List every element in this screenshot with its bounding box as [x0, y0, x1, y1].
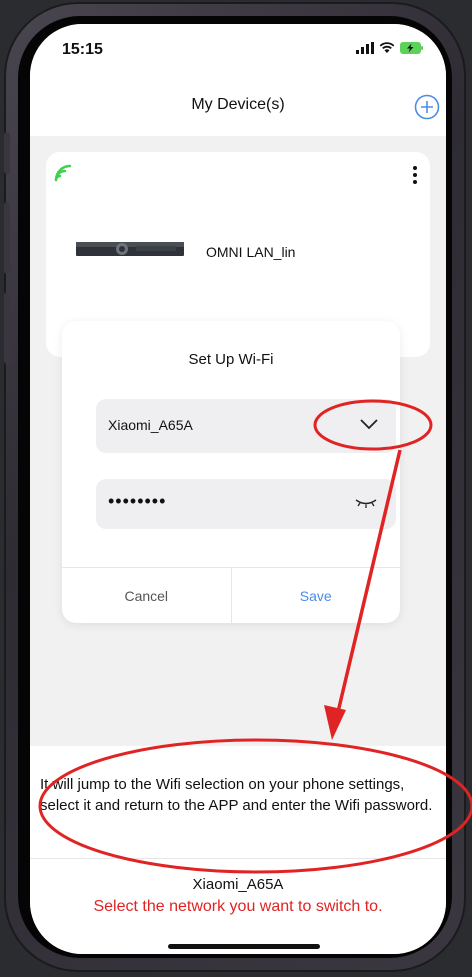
- password-value: ••••••••: [108, 491, 167, 511]
- status-icons: [356, 42, 424, 54]
- cellular-signal-icon: [356, 42, 374, 54]
- home-indicator: [168, 944, 320, 949]
- more-options-icon[interactable]: [410, 164, 420, 186]
- status-time: 15:15: [62, 41, 103, 58]
- sheet-divider: [30, 858, 446, 859]
- save-button[interactable]: Save: [232, 568, 401, 624]
- battery-charging-icon: [400, 42, 423, 54]
- page-title: My Device(s): [191, 96, 285, 113]
- selected-network: Xiaomi_A65A: [108, 417, 193, 433]
- add-device-button[interactable]: [414, 94, 440, 120]
- dialog-title: Set Up Wi-Fi: [188, 351, 274, 368]
- wifi-setup-dialog: Set Up Wi-Fi Xiaomi_A65A •••••••• Cancel…: [62, 321, 400, 624]
- network-select[interactable]: Xiaomi_A65A: [96, 399, 396, 453]
- device-name: OMNI LAN_lin: [206, 244, 296, 260]
- chevron-down-icon[interactable]: [358, 417, 380, 431]
- password-field[interactable]: ••••••••: [96, 479, 396, 529]
- bottom-sheet: It will jump to the Wifi selection on yo…: [30, 746, 446, 954]
- wifi-tip-text: It will jump to the Wifi selection on yo…: [40, 776, 433, 814]
- eye-closed-icon[interactable]: [354, 497, 378, 509]
- device-image: [76, 242, 184, 256]
- volume-up-button: [4, 202, 10, 274]
- dialog-actions: Cancel Save: [62, 567, 400, 624]
- network-option[interactable]: Xiaomi_A65A: [30, 876, 446, 893]
- select-network-hint: Select the network you want to switch to…: [93, 898, 383, 915]
- wifi-status-icon: [379, 42, 395, 53]
- cancel-button[interactable]: Cancel: [62, 568, 232, 624]
- top-bar: 15:15 My Device(s): [30, 24, 446, 136]
- phone-screen: 15:15 My Device(s) OMNI LAN_lin Set Up W…: [30, 24, 446, 954]
- app-screenshot: 15:15 My Device(s) OMNI LAN_lin Set Up W…: [0, 0, 472, 977]
- mute-switch: [4, 132, 10, 174]
- volume-down-button: [4, 292, 10, 364]
- wifi-signal-icon: [54, 164, 72, 182]
